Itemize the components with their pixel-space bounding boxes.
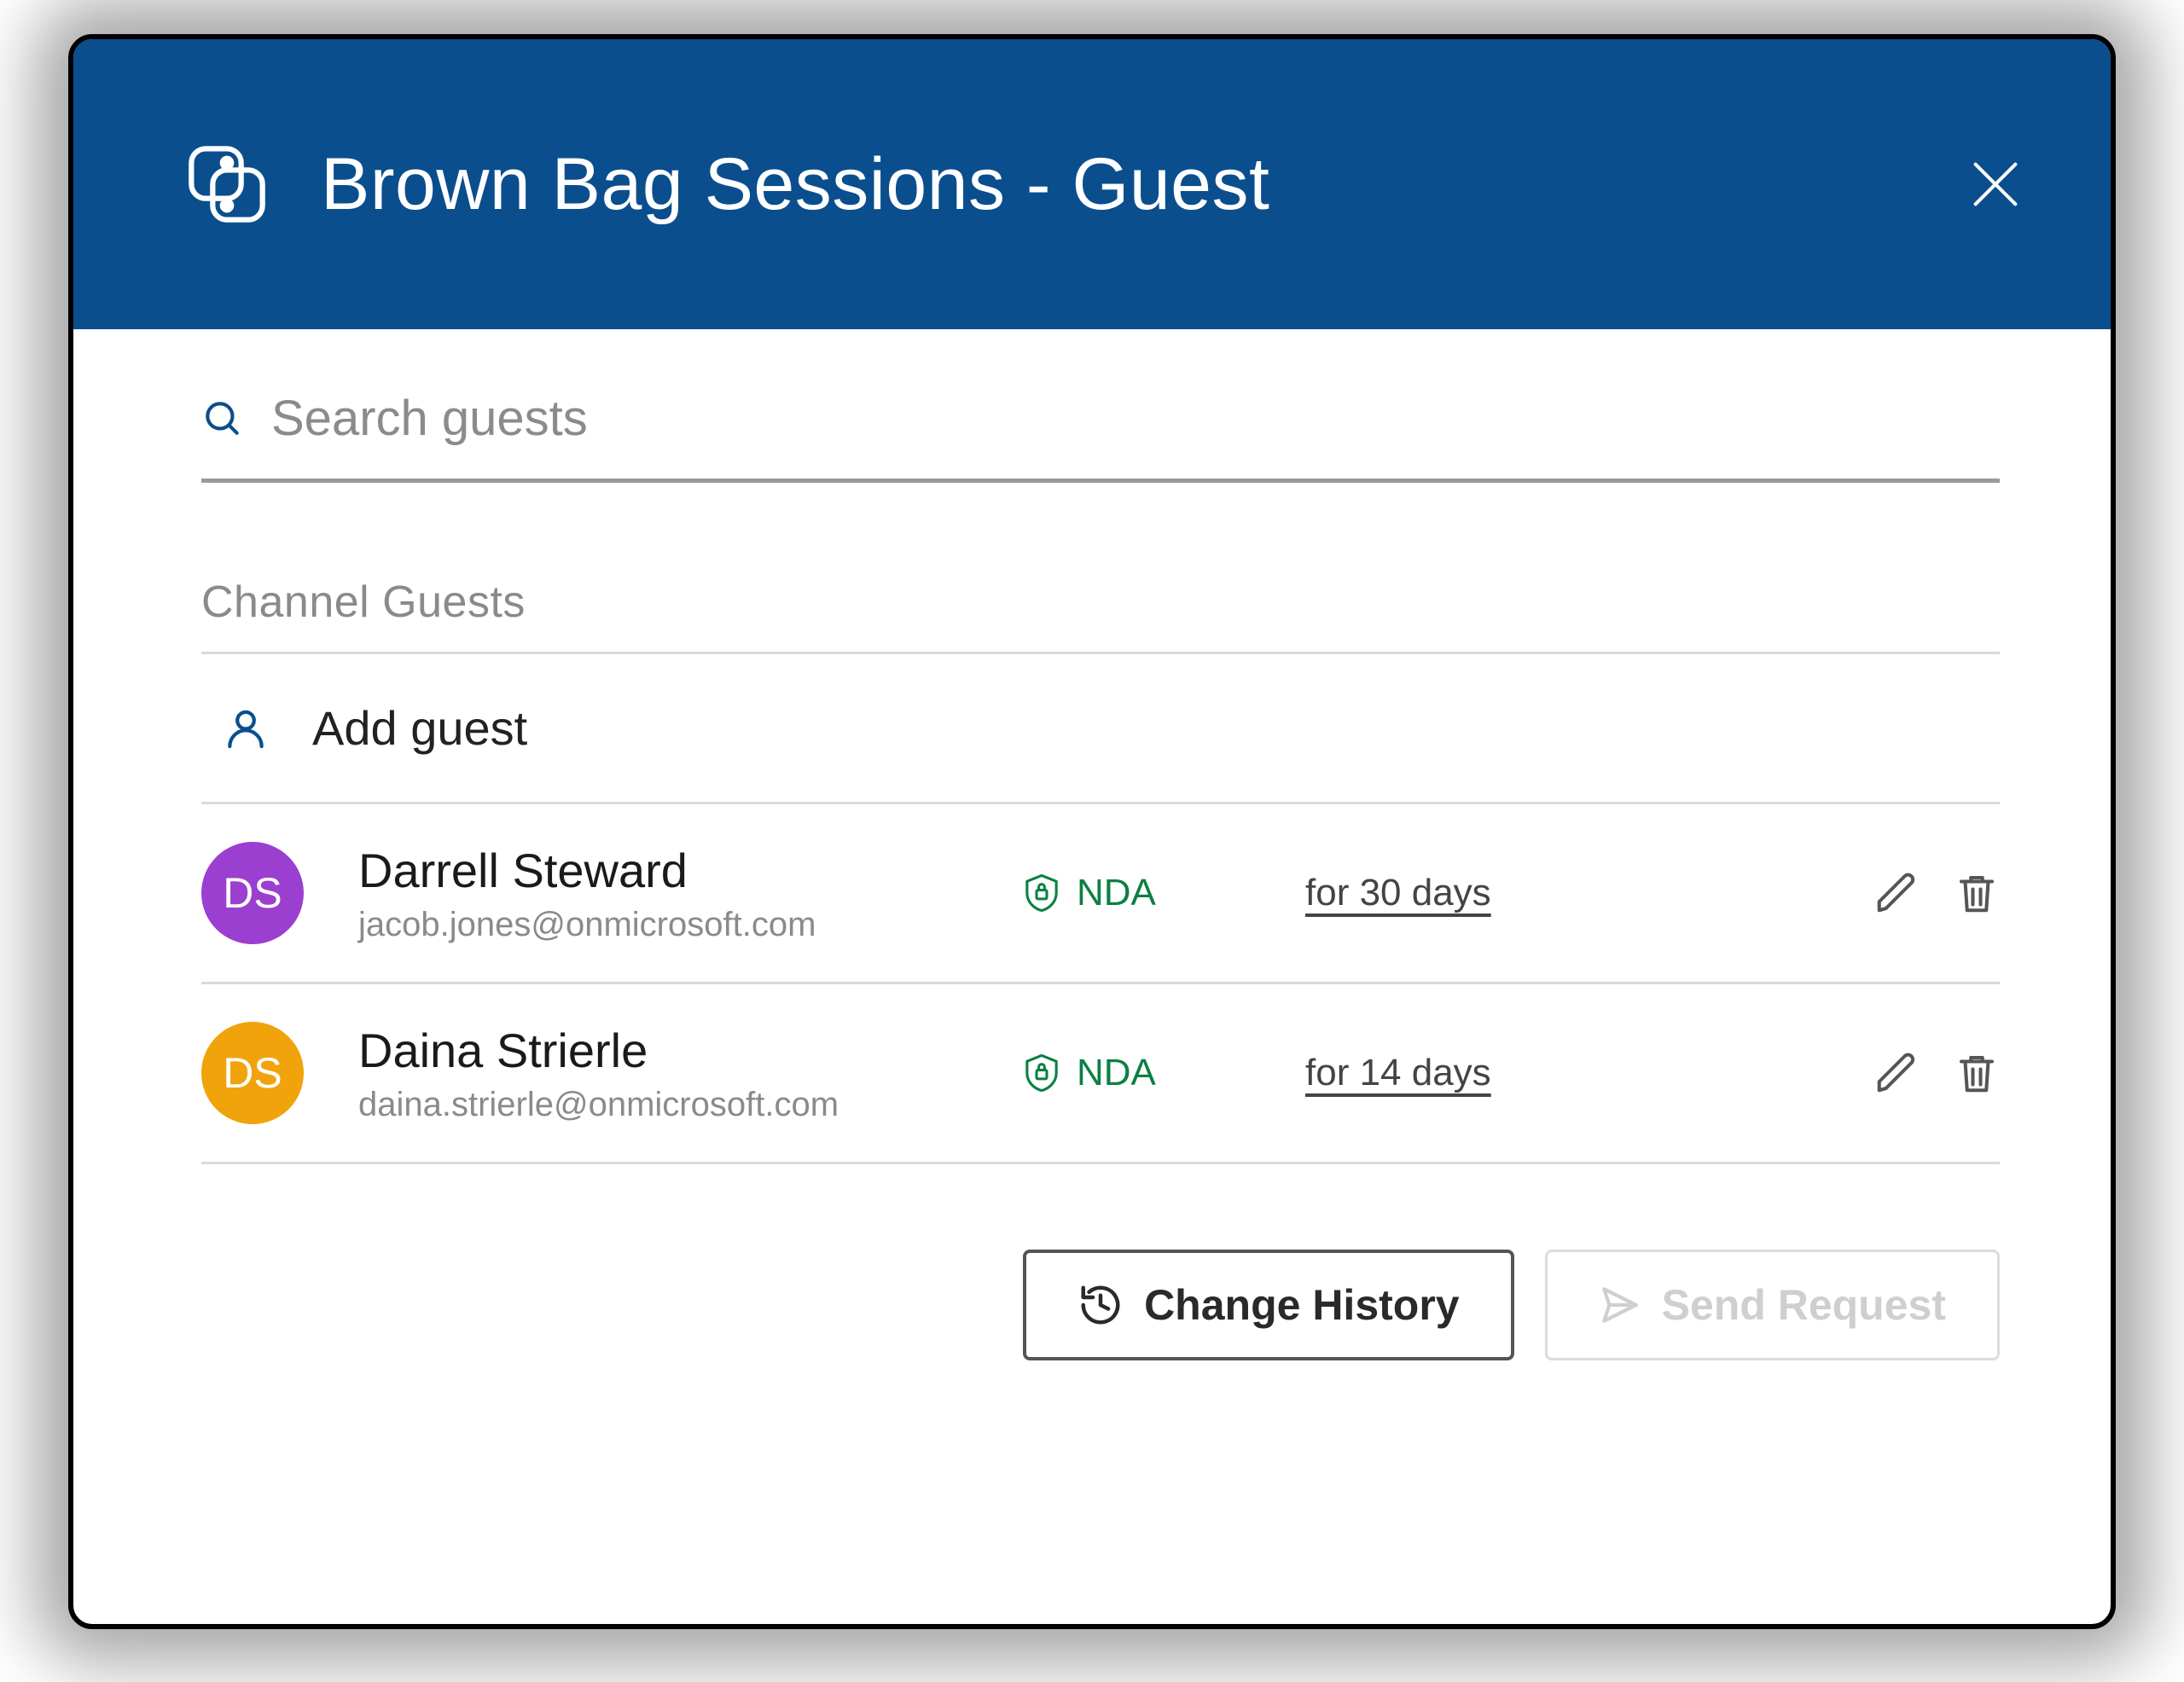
row-actions <box>1873 1050 2000 1096</box>
search-row <box>201 389 2000 483</box>
nda-badge: NDA <box>1024 1052 1305 1094</box>
send-request-label: Send Request <box>1662 1280 1946 1330</box>
search-input[interactable] <box>270 389 2000 448</box>
guest-row: DS Daina Strierle daina.strierle@onmicro… <box>201 984 2000 1164</box>
row-actions <box>1873 870 2000 916</box>
duration-link[interactable]: for 30 days <box>1305 872 1587 914</box>
person-icon <box>222 705 270 752</box>
guest-email: jacob.jones@onmicrosoft.com <box>358 906 1024 944</box>
dialog-footer: Change History Send Request <box>201 1250 2000 1360</box>
dialog-body: Channel Guests Add guest DS Darrell Stew… <box>73 329 2111 1412</box>
nda-badge: NDA <box>1024 872 1305 914</box>
send-request-button[interactable]: Send Request <box>1545 1250 2000 1360</box>
guest-name: Darrell Steward <box>358 842 1024 899</box>
search-icon <box>201 397 244 440</box>
edit-button[interactable] <box>1873 1050 1920 1096</box>
duration-link[interactable]: for 14 days <box>1305 1052 1587 1094</box>
change-history-label: Change History <box>1144 1280 1460 1330</box>
delete-button[interactable] <box>1954 870 2000 916</box>
add-guest-button[interactable]: Add guest <box>201 654 2000 804</box>
guest-email: daina.strierle@onmicrosoft.com <box>358 1086 1024 1124</box>
guest-row: DS Darrell Steward jacob.jones@onmicroso… <box>201 804 2000 984</box>
section-heading: Channel Guests <box>201 577 2000 654</box>
avatar: DS <box>201 842 304 944</box>
close-button[interactable] <box>1966 154 2025 214</box>
nda-label: NDA <box>1077 872 1156 914</box>
history-icon <box>1077 1282 1124 1328</box>
change-history-button[interactable]: Change History <box>1023 1250 1514 1360</box>
dialog-title: Brown Bag Sessions - Guest <box>321 142 1269 227</box>
dialog-frame: Brown Bag Sessions - Guest Channel Guest… <box>68 34 2116 1629</box>
nda-label: NDA <box>1077 1052 1156 1094</box>
guest-info: Darrell Steward jacob.jones@onmicrosoft.… <box>358 842 1024 944</box>
add-guest-label: Add guest <box>312 700 527 756</box>
avatar: DS <box>201 1022 304 1124</box>
guest-info: Daina Strierle daina.strierle@onmicrosof… <box>358 1022 1024 1124</box>
app-logo-icon <box>184 142 270 227</box>
shield-icon <box>1024 873 1060 914</box>
dialog-header: Brown Bag Sessions - Guest <box>73 39 2111 329</box>
send-icon <box>1599 1284 1641 1326</box>
delete-button[interactable] <box>1954 1050 2000 1096</box>
edit-button[interactable] <box>1873 870 1920 916</box>
shield-icon <box>1024 1053 1060 1093</box>
guest-name: Daina Strierle <box>358 1022 1024 1079</box>
